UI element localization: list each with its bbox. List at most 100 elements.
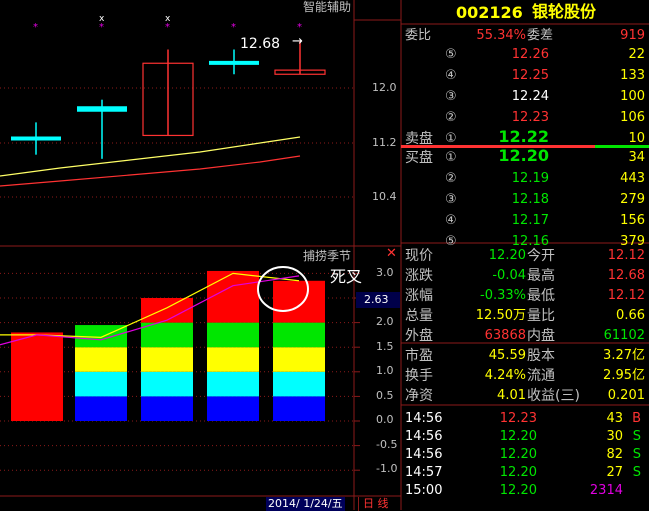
price-callout: 12.68 — [240, 36, 281, 52]
indicator-bar — [11, 332, 63, 421]
death-cross-label: 死叉 — [330, 267, 363, 286]
sub-axis-label: 2.0 — [376, 315, 394, 328]
tick-volume: 30 — [606, 429, 623, 444]
sub-axis-label: -0.5 — [376, 437, 398, 451]
diff-value: 919 — [620, 28, 645, 43]
tick-row: 15:00 12.20 2314 — [403, 481, 649, 502]
quote-row: 涨幅 -0.33% 最低 12.12 — [403, 286, 649, 307]
callout-arrow-icon: → — [292, 34, 303, 49]
ask-row: ④ 12.25 133 — [403, 66, 649, 87]
candle-body — [209, 60, 259, 65]
sub-axis-label: 1.5 — [376, 339, 394, 353]
bid-level: ③ — [445, 192, 457, 207]
indicator-bar-segment — [207, 347, 259, 372]
close-indicator-icon[interactable]: ✕ — [386, 247, 397, 261]
bid-level: ④ — [445, 213, 457, 228]
signal-marker: x — [99, 14, 105, 24]
bid-volume: 279 — [620, 192, 645, 207]
fund-value: 2.95亿 — [603, 368, 645, 383]
tick-side: S — [632, 465, 641, 480]
ask-price: 12.23 — [511, 110, 549, 125]
fund-label: 流通 — [527, 368, 555, 384]
price-axis-label: 12.0 — [372, 81, 397, 94]
indicator-bar-segment — [141, 322, 193, 348]
tick-time: 14:56 — [405, 411, 443, 426]
tick-price: 12.20 — [499, 465, 537, 480]
ask-volume: 22 — [628, 47, 645, 62]
quote-value: -0.04 — [492, 268, 526, 283]
ask-price: 12.26 — [511, 47, 549, 62]
sub-axis-label: -1.0 — [376, 462, 398, 475]
bid-volume: 34 — [628, 150, 645, 165]
tick-side: B — [632, 411, 641, 426]
ask-row: ② 12.23 106 — [403, 108, 649, 129]
quote-value: 61102 — [603, 328, 645, 343]
tick-time: 15:00 — [405, 483, 443, 498]
quote-value: 63868 — [484, 328, 526, 343]
chart-date: 2014/ 1/24/五 — [266, 497, 345, 511]
quote-label: 最高 — [527, 268, 555, 284]
quote-value: 12.12 — [607, 248, 645, 263]
bid-level: ① — [445, 150, 457, 165]
quote-value: 12.50万 — [475, 308, 526, 323]
fund-value: 45.59 — [488, 348, 526, 363]
quote-row: 总量 12.50万 量比 0.66 — [403, 306, 649, 327]
bid-row: ③ 12.18 279 — [403, 190, 649, 211]
quote-value: 0.66 — [616, 308, 645, 323]
bid-row: ② 12.19 443 — [403, 169, 649, 190]
ask-level: ⑤ — [445, 47, 457, 62]
sub-current-value: 2.63 — [356, 292, 400, 308]
indicator-bar-segment — [273, 322, 325, 348]
quote-row: 现价 12.20 今开 12.12 — [403, 246, 649, 267]
ask-volume: 100 — [620, 89, 645, 104]
quote-label: 涨跌 — [405, 268, 433, 284]
quote-label: 量比 — [527, 308, 555, 324]
tick-volume: 27 — [606, 465, 623, 480]
ask-price: 12.24 — [511, 89, 549, 104]
ask-volume: 10 — [628, 131, 645, 146]
tick-side: S — [632, 447, 641, 462]
indicator-bar-segment — [273, 396, 325, 421]
quote-label: 外盘 — [405, 328, 433, 344]
tick-volume: 82 — [606, 447, 623, 462]
ask-level: ④ — [445, 68, 457, 83]
bid-volume: 156 — [620, 213, 645, 228]
indicator-bar-segment — [141, 371, 193, 397]
tick-price: 12.20 — [499, 447, 537, 462]
fund-label: 股本 — [527, 348, 555, 364]
indicator-sub-label: 捕捞季节 — [303, 249, 352, 263]
candle-body — [77, 106, 127, 112]
stock-name: 银轮股份 — [532, 2, 597, 21]
period-tab[interactable]: 日 线 — [358, 497, 389, 511]
tick-price: 12.20 — [499, 483, 537, 498]
fund-label: 市盈 — [405, 348, 433, 364]
quote-label: 涨幅 — [405, 288, 433, 304]
tick-side: S — [632, 429, 641, 444]
ask-price: 12.25 — [511, 68, 549, 83]
quote-value: 12.68 — [607, 268, 645, 283]
bid-price: 12.20 — [498, 146, 549, 165]
tick-time: 14:57 — [405, 465, 443, 480]
quote-value: -0.33% — [480, 288, 526, 303]
sub-axis-label: 3.0 — [376, 266, 394, 279]
fund-value: 4.24% — [484, 368, 526, 383]
tick-time: 14:56 — [405, 429, 443, 444]
quote-label: 最低 — [527, 288, 555, 304]
quote-row: 涨跌 -0.04 最高 12.68 — [403, 266, 649, 287]
stock-code: 002126 — [456, 3, 523, 22]
ma-line-red — [0, 155, 301, 187]
ratio-label: 委比 — [405, 28, 432, 43]
ask-level: ① — [445, 131, 457, 146]
quote-label: 内盘 — [527, 328, 555, 344]
fund-label: 净资 — [405, 388, 433, 404]
fund-value: 0.201 — [607, 388, 645, 403]
indicator-bar-segment — [75, 347, 127, 372]
ask-side-label: 卖盘 — [405, 131, 433, 147]
indicator-main-label: 智能辅助 — [303, 0, 352, 14]
price-axis-label: 11.2 — [372, 136, 397, 149]
signal-marker: * — [297, 22, 302, 33]
bid-row: ④ 12.17 156 — [403, 211, 649, 232]
tick-price: 12.20 — [499, 429, 537, 444]
bid-volume: 443 — [620, 171, 645, 186]
ask-row: ③ 12.24 100 — [403, 87, 649, 108]
